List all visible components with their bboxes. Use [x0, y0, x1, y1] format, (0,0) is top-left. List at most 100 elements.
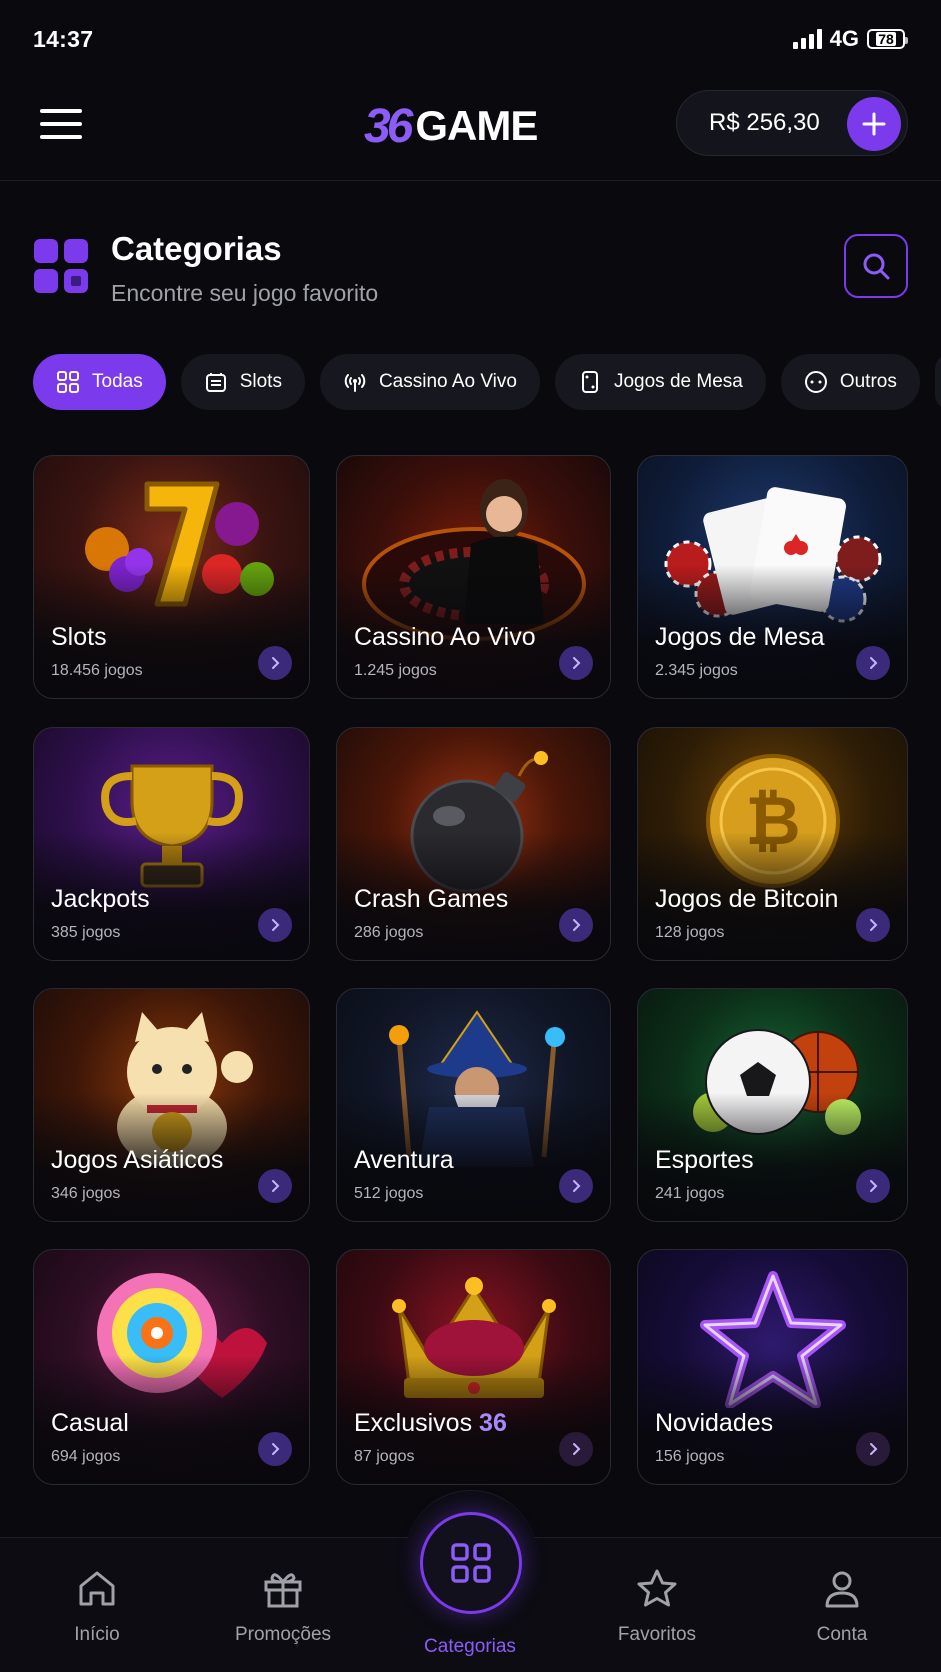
category-card-jackpots[interactable]: Jackpots 385 jogos: [33, 727, 310, 961]
chip-label: Slots: [239, 371, 282, 392]
app-screen: 14:37 4G 78 36 GAME R$ 256,30 Categorias…: [0, 0, 941, 1672]
chevron-right-icon[interactable]: [856, 908, 890, 942]
chevron-right-icon[interactable]: [258, 1169, 292, 1203]
nav-home[interactable]: Início: [22, 1566, 172, 1646]
category-filter-chips: Todas Slots Cassino Ao Vivo Jogos de Mes…: [33, 354, 941, 412]
category-card-crash-games[interactable]: Crash Games 286 jogos: [336, 727, 611, 961]
page-subtitle: Encontre seu jogo favorito: [111, 280, 379, 306]
category-card-aventura[interactable]: Aventura 512 jogos: [336, 988, 611, 1222]
battery-level: 78: [876, 31, 896, 47]
grid-icon: [451, 1543, 491, 1583]
card-title: Jogos de Mesa: [655, 623, 825, 651]
card-count: 156 jogos: [655, 1448, 725, 1465]
logo[interactable]: 36 GAME: [364, 98, 538, 154]
chip-jogos-de-mesa[interactable]: Jogos de Mesa: [554, 354, 766, 410]
category-card-jogos-asiaticos[interactable]: Jogos Asiáticos 346 jogos: [33, 988, 310, 1222]
page-title: Categorias: [111, 230, 282, 267]
chip-outros[interactable]: Outros: [780, 354, 920, 410]
signal-icon: [792, 29, 822, 49]
category-card-cassino-ao-vivo[interactable]: Cassino Ao Vivo 1.245 jogos: [336, 455, 611, 699]
card-count: 18.456 jogos: [51, 662, 143, 679]
broadcast-icon: [344, 374, 366, 392]
star-outline-icon: [637, 1569, 677, 1607]
card-title: Casual: [51, 1409, 129, 1437]
nav-promotions[interactable]: Promoções: [208, 1566, 358, 1646]
chip-slots[interactable]: Slots: [180, 354, 305, 410]
chip-more[interactable]: [934, 354, 941, 410]
grid-icon: [57, 371, 79, 393]
chevron-right-icon[interactable]: [856, 1169, 890, 1203]
card-title: Jackpots: [51, 885, 150, 913]
category-card-casual[interactable]: Casual 694 jogos: [33, 1249, 310, 1485]
nav-label: Conta: [816, 1624, 868, 1645]
category-card-jogos-de-mesa[interactable]: Jogos de Mesa 2.345 jogos: [637, 455, 908, 699]
menu-button[interactable]: [40, 104, 82, 144]
card-title: Exclusivos 36: [354, 1409, 507, 1438]
status-bar: 14:37 4G 78: [0, 0, 941, 80]
chip-label: Outros: [839, 371, 897, 392]
nav-account[interactable]: Conta: [767, 1566, 917, 1646]
chip-label: Todas: [92, 371, 143, 392]
bottom-navigation: Início Promoções Categorias Favoritos Co…: [0, 1490, 941, 1672]
chevron-right-icon[interactable]: [559, 908, 593, 942]
card-count: 1.245 jogos: [354, 662, 437, 679]
category-card-jogos-de-bitcoin[interactable]: ₿ Jogos de Bitcoin 128 jogos: [637, 727, 908, 961]
category-card-esportes[interactable]: Esportes 241 jogos: [637, 988, 908, 1222]
app-header: 36 GAME R$ 256,30: [0, 80, 941, 181]
chip-todas[interactable]: Todas: [33, 354, 166, 410]
logo-number: 36: [364, 99, 413, 153]
card-count: 87 jogos: [354, 1448, 415, 1465]
card-count: 286 jogos: [354, 924, 424, 941]
nav-label: Promoções: [234, 1624, 332, 1645]
balance-pill[interactable]: R$ 256,30: [676, 90, 908, 156]
nav-label-categories: Categorias: [424, 1636, 516, 1657]
card-count: 385 jogos: [51, 924, 121, 941]
more-icon: [804, 371, 827, 393]
nav-categories[interactable]: [420, 1512, 522, 1614]
chevron-right-icon[interactable]: [559, 646, 593, 680]
chevron-right-icon[interactable]: [856, 646, 890, 680]
card-title: Slots: [51, 623, 107, 651]
card-title-text: Exclusivos: [354, 1409, 473, 1437]
card-title: Jogos Asiáticos: [51, 1146, 224, 1174]
category-grid: Slots 18.456 jogos Cassino Ao Vivo 1.245…: [33, 455, 908, 1485]
chip-cassino-ao-vivo[interactable]: Cassino Ao Vivo: [319, 354, 540, 410]
chevron-right-icon[interactable]: [559, 1432, 593, 1466]
card-count: 128 jogos: [655, 924, 725, 941]
card-count: 694 jogos: [51, 1448, 121, 1465]
balance-amount: R$ 256,30: [709, 109, 820, 136]
status-indicators: 4G 78: [792, 26, 908, 52]
card-count: 346 jogos: [51, 1185, 121, 1202]
category-card-exclusivos[interactable]: Exclusivos 36 87 jogos: [336, 1249, 611, 1485]
home-icon: [79, 1571, 115, 1606]
status-time: 14:37: [33, 26, 94, 52]
logo-text: GAME: [415, 102, 538, 149]
nav-label: Início: [74, 1624, 120, 1645]
card-count: 512 jogos: [354, 1185, 424, 1202]
grid-icon: [34, 239, 88, 293]
card-title: Cassino Ao Vivo: [354, 623, 536, 651]
chip-label: Jogos de Mesa: [613, 371, 743, 392]
categories-header: Categorias Encontre seu jogo favorito: [33, 228, 908, 308]
card-title: Novidades: [655, 1409, 774, 1437]
card-title: Aventura: [354, 1146, 454, 1174]
plus-icon: [862, 112, 886, 136]
chevron-right-icon[interactable]: [856, 1432, 890, 1466]
network-type: 4G: [829, 26, 859, 51]
chevron-right-icon[interactable]: [258, 908, 292, 942]
category-card-novidades[interactable]: Novidades 156 jogos: [637, 1249, 908, 1485]
deposit-button[interactable]: [847, 97, 901, 151]
card-title-highlight: 36: [479, 1409, 507, 1437]
gift-icon: [264, 1573, 302, 1608]
category-card-slots[interactable]: Slots 18.456 jogos: [33, 455, 310, 699]
card-title: Crash Games: [354, 885, 509, 913]
chevron-right-icon[interactable]: [559, 1169, 593, 1203]
nav-label: Favoritos: [617, 1624, 697, 1645]
battery-icon: 78: [867, 29, 908, 49]
search-button[interactable]: [844, 234, 908, 298]
card-title: Esportes: [655, 1146, 754, 1174]
chevron-right-icon[interactable]: [258, 1432, 292, 1466]
nav-favorites[interactable]: Favoritos: [582, 1566, 732, 1646]
card-icon: [581, 371, 598, 393]
chevron-right-icon[interactable]: [258, 646, 292, 680]
